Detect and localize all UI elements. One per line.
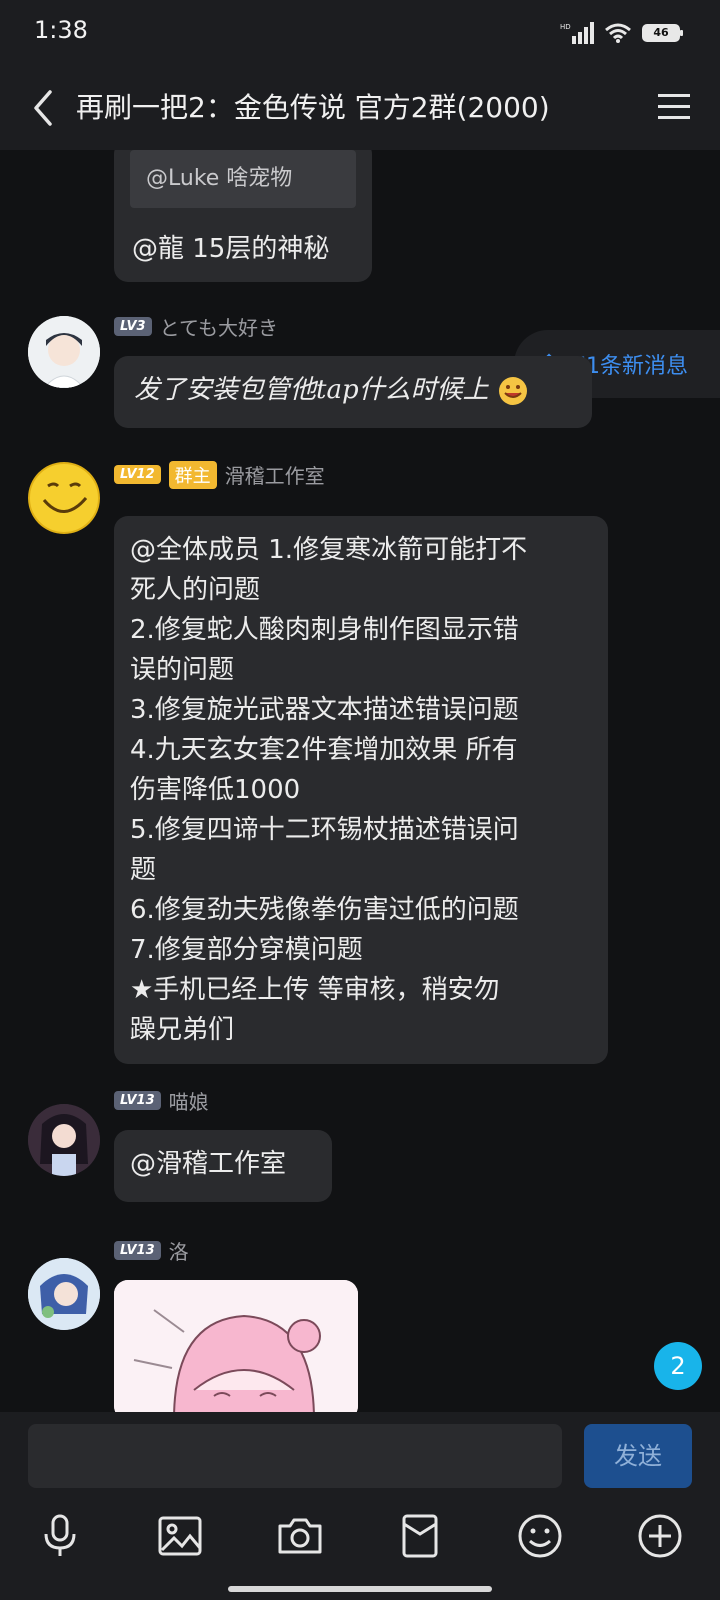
message-text: @龍 15层的神秘	[132, 234, 330, 264]
battery-icon: 46	[642, 24, 683, 42]
send-button[interactable]: 发送	[584, 1424, 692, 1488]
anime-girl-avatar-icon	[28, 1104, 100, 1176]
message-line: 题	[130, 855, 157, 885]
message-line: 5.修复四谛十二环锡杖描述错误问	[130, 815, 519, 845]
plus-icon[interactable]	[636, 1512, 684, 1560]
image-icon[interactable]	[156, 1512, 204, 1560]
anime-boy-avatar-icon	[28, 316, 100, 388]
group-title: 再刷一把2：金色传说 官方2群(2000)	[76, 91, 550, 124]
level-badge: LV12	[114, 465, 161, 484]
chat-header: 再刷一把2：金色传说 官方2群(2000)	[0, 66, 720, 150]
status-time: 1:38	[34, 16, 88, 44]
message-bubble[interactable]: 发了安装包管他tap什么时候上	[114, 356, 592, 428]
sender-name[interactable]: とても大好き	[160, 312, 278, 341]
anime-sticker-image	[114, 1280, 358, 1412]
cellular-signal-icon: HD	[560, 22, 594, 44]
sender-meta: LV3 とても大好き	[114, 312, 278, 341]
unread-mention-badge[interactable]: 2	[654, 1342, 702, 1390]
quoted-message: @Luke 啥宠物	[130, 150, 356, 208]
message-line: @全体成员 1.修复寒冰箭可能打不	[130, 535, 528, 565]
avatar[interactable]	[28, 1104, 100, 1176]
home-indicator[interactable]	[228, 1586, 492, 1592]
anime-girl-avatar-icon	[28, 1258, 100, 1330]
message-line: 死人的问题	[130, 575, 261, 605]
message-text: 发了安装包管他tap什么时候上	[134, 375, 489, 405]
sender-meta: LV13 喵娘	[114, 1086, 209, 1115]
message-bubble[interactable]: @全体成员 1.修复寒冰箭可能打不 死人的问题 2.修复蛇人酸肉刺身制作图显示错…	[114, 516, 608, 1064]
message-line: 2.修复蛇人酸肉刺身制作图显示错	[130, 615, 519, 645]
message-bubble[interactable]: @滑稽工作室	[114, 1130, 332, 1202]
svg-text:HD: HD	[560, 23, 571, 31]
message-line: 7.修复部分穿模问题	[130, 935, 363, 965]
message-line: 躁兄弟们	[130, 1015, 235, 1045]
laughing-emoji-icon	[498, 377, 527, 405]
message-text: @滑稽工作室	[130, 1149, 287, 1179]
message-line: 6.修复劲夫残像拳伤害过低的问题	[130, 895, 519, 925]
sender-meta: LV13 洛	[114, 1236, 189, 1265]
composer-bar: 发送	[0, 1412, 720, 1600]
avatar[interactable]	[28, 462, 100, 534]
level-badge: LV3	[114, 317, 152, 336]
message-line: 3.修复旋光武器文本描述错误问题	[130, 695, 519, 725]
back-arrow-icon[interactable]	[24, 84, 64, 132]
message-line: 伤害降低1000	[130, 775, 301, 805]
menu-icon[interactable]	[656, 90, 692, 124]
image-message[interactable]	[114, 1280, 358, 1412]
wifi-icon	[605, 23, 631, 43]
avatar[interactable]	[28, 316, 100, 388]
sender-name[interactable]: 滑稽工作室	[225, 460, 325, 489]
red-packet-icon[interactable]	[396, 1512, 444, 1560]
message-line: 4.九天玄女套2件套增加效果 所有	[130, 735, 518, 765]
message-line: ★手机已经上传 等审核，稍安勿	[130, 975, 500, 1005]
smiley-face-avatar-icon	[28, 462, 100, 534]
chat-message-list[interactable]: @Luke 啥宠物 @龍 15层的神秘 71条新消息 LV3 とても大好き 发了…	[0, 150, 720, 1412]
microphone-icon[interactable]	[36, 1512, 84, 1560]
message-input[interactable]	[28, 1424, 562, 1488]
emoji-icon[interactable]	[516, 1512, 564, 1560]
sender-name[interactable]: 喵娘	[169, 1086, 209, 1115]
camera-icon[interactable]	[276, 1512, 324, 1560]
level-badge: LV13	[114, 1241, 161, 1260]
message-line: 误的问题	[130, 655, 235, 685]
level-badge: LV13	[114, 1091, 161, 1110]
owner-badge: 群主	[168, 460, 217, 489]
sender-name[interactable]: 洛	[169, 1236, 189, 1265]
sender-meta: LV12 群主 滑稽工作室	[114, 460, 325, 489]
status-bar: 1:38 HD 46	[0, 0, 720, 66]
avatar[interactable]	[28, 1258, 100, 1330]
